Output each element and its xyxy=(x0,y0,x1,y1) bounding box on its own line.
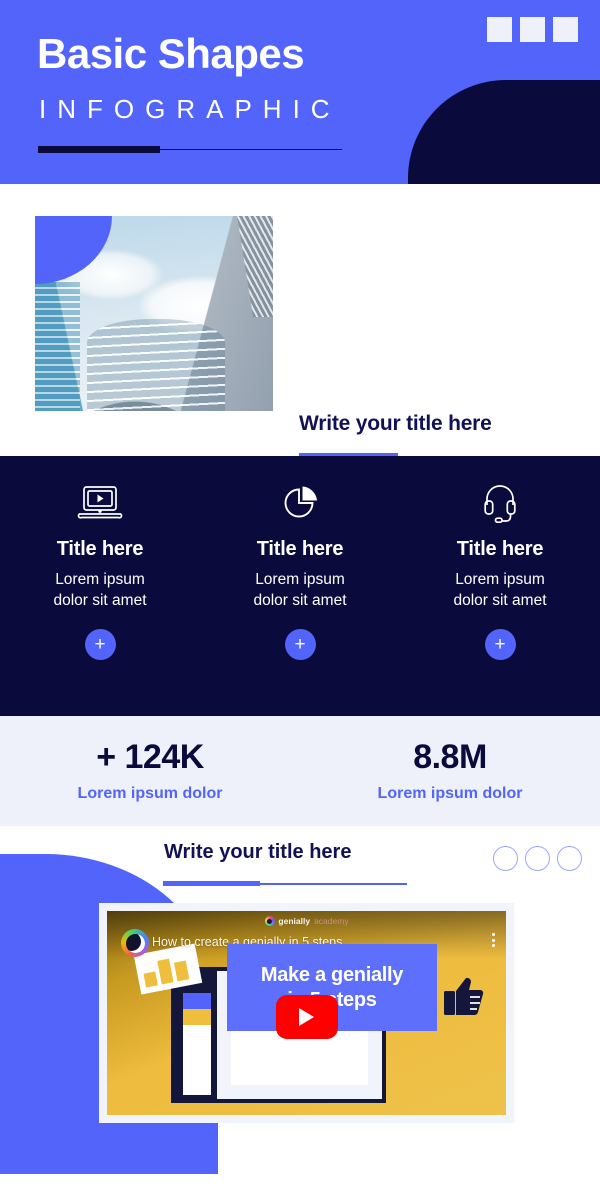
icon-title-1: Title here xyxy=(56,538,144,560)
icon-desc-3: Lorem ipsum dolor sit amet xyxy=(453,569,546,611)
circle-decoration-3 xyxy=(557,846,582,871)
icon-desc-3-line1: Lorem ipsum xyxy=(455,571,545,588)
icon-desc-1-line1: Lorem ipsum xyxy=(55,571,145,588)
header-square-2 xyxy=(520,17,545,42)
laptop-video-icon xyxy=(77,480,123,526)
stat-value-1: + 124K xyxy=(96,737,204,776)
page-subtitle: INFOGRAPHIC xyxy=(39,94,341,124)
building-left-facade xyxy=(35,280,81,411)
icon-column-2: Title here Lorem ipsum dolor sit amet + xyxy=(200,456,400,716)
video-embed-frame: Make a genially in 5 steps genially acad… xyxy=(99,903,514,1123)
stat-label-2: Lorem ipsum dolor xyxy=(377,785,523,803)
header-square-decorations xyxy=(487,17,578,42)
icon-plus-button-3[interactable]: + xyxy=(484,629,516,660)
circle-decoration-2 xyxy=(525,846,550,871)
header-rule-thick xyxy=(38,146,160,153)
icon-plus-button-1[interactable]: + xyxy=(84,629,116,660)
infographic-page: Basic Shapes INFOGRAPHIC Write your titl… xyxy=(0,0,600,1200)
kebab-dot-1 xyxy=(492,933,495,936)
header-square-3 xyxy=(553,17,578,42)
icon-title-2: Title here xyxy=(256,538,344,560)
icon-column-3: Title here Lorem ipsum dolor sit amet + xyxy=(400,456,600,716)
feature-section: Write your title here Lorem ipsum dolor … xyxy=(0,184,600,605)
channel-branding[interactable]: genially academy xyxy=(264,916,349,926)
kebab-menu-icon[interactable] xyxy=(492,933,495,948)
header-square-1 xyxy=(487,17,512,42)
channel-sub: academy xyxy=(314,916,349,926)
building-right-facade xyxy=(237,216,273,318)
youtube-player[interactable]: Make a genially in 5 steps genially acad… xyxy=(107,911,506,1115)
icon-desc-1: Lorem ipsum dolor sit amet xyxy=(53,569,146,611)
icon-columns-section: Title here Lorem ipsum dolor sit amet + … xyxy=(0,456,600,716)
stat-value-2: 8.8M xyxy=(413,737,487,776)
chart-bar-3 xyxy=(173,960,190,982)
navy-quarter-circle-decoration xyxy=(408,80,600,184)
play-button[interactable] xyxy=(275,995,338,1040)
header-banner: Basic Shapes INFOGRAPHIC xyxy=(0,0,600,184)
icon-desc-2-line2: dolor sit amet xyxy=(253,592,347,609)
icon-desc-2-line1: Lorem ipsum xyxy=(255,571,345,588)
genially-logo-icon xyxy=(121,929,149,957)
icon-desc-2: Lorem ipsum dolor sit amet xyxy=(253,569,346,611)
kebab-dot-3 xyxy=(492,944,495,948)
icon-title-3: Title here xyxy=(456,538,544,560)
video-divider-thick xyxy=(163,881,260,886)
feature-image xyxy=(35,216,273,411)
icon-plus-button-2[interactable]: + xyxy=(284,629,316,660)
channel-name: genially xyxy=(278,916,311,926)
sidebar-swatch-gold xyxy=(183,1009,211,1025)
stat-item-1: + 124K Lorem ipsum dolor xyxy=(0,716,300,826)
sidebar-swatch-blue xyxy=(183,993,211,1009)
headset-icon xyxy=(482,480,518,526)
thumbs-up-icon xyxy=(444,977,484,1016)
stat-label-1: Lorem ipsum dolor xyxy=(77,785,223,803)
video-overlay-line1: Make a genially xyxy=(260,963,404,986)
video-section: Write your title here Make a genially st… xyxy=(0,826,600,1200)
icon-desc-3-line2: dolor sit amet xyxy=(453,592,547,609)
chart-bar-1 xyxy=(143,971,158,988)
circle-decorations xyxy=(493,846,582,871)
stats-section: + 124K Lorem ipsum dolor 8.8M Lorem ipsu… xyxy=(0,716,600,826)
page-title: Basic Shapes xyxy=(37,30,305,77)
kebab-dot-2 xyxy=(492,938,495,942)
pie-chart-icon xyxy=(280,480,320,526)
stat-item-2: 8.8M Lorem ipsum dolor xyxy=(300,716,600,826)
genially-brand-dot-icon xyxy=(264,916,275,926)
feature-title: Write your title here xyxy=(299,412,492,435)
chart-bar-2 xyxy=(157,958,174,985)
building-curved-facade xyxy=(87,319,226,411)
circle-decoration-1 xyxy=(493,846,518,871)
icon-desc-1-line2: dolor sit amet xyxy=(53,592,147,609)
icon-column-1: Title here Lorem ipsum dolor sit amet + xyxy=(0,456,200,716)
editor-sidebar-graphic xyxy=(183,977,211,1095)
video-section-title: Write your title here xyxy=(164,841,352,863)
